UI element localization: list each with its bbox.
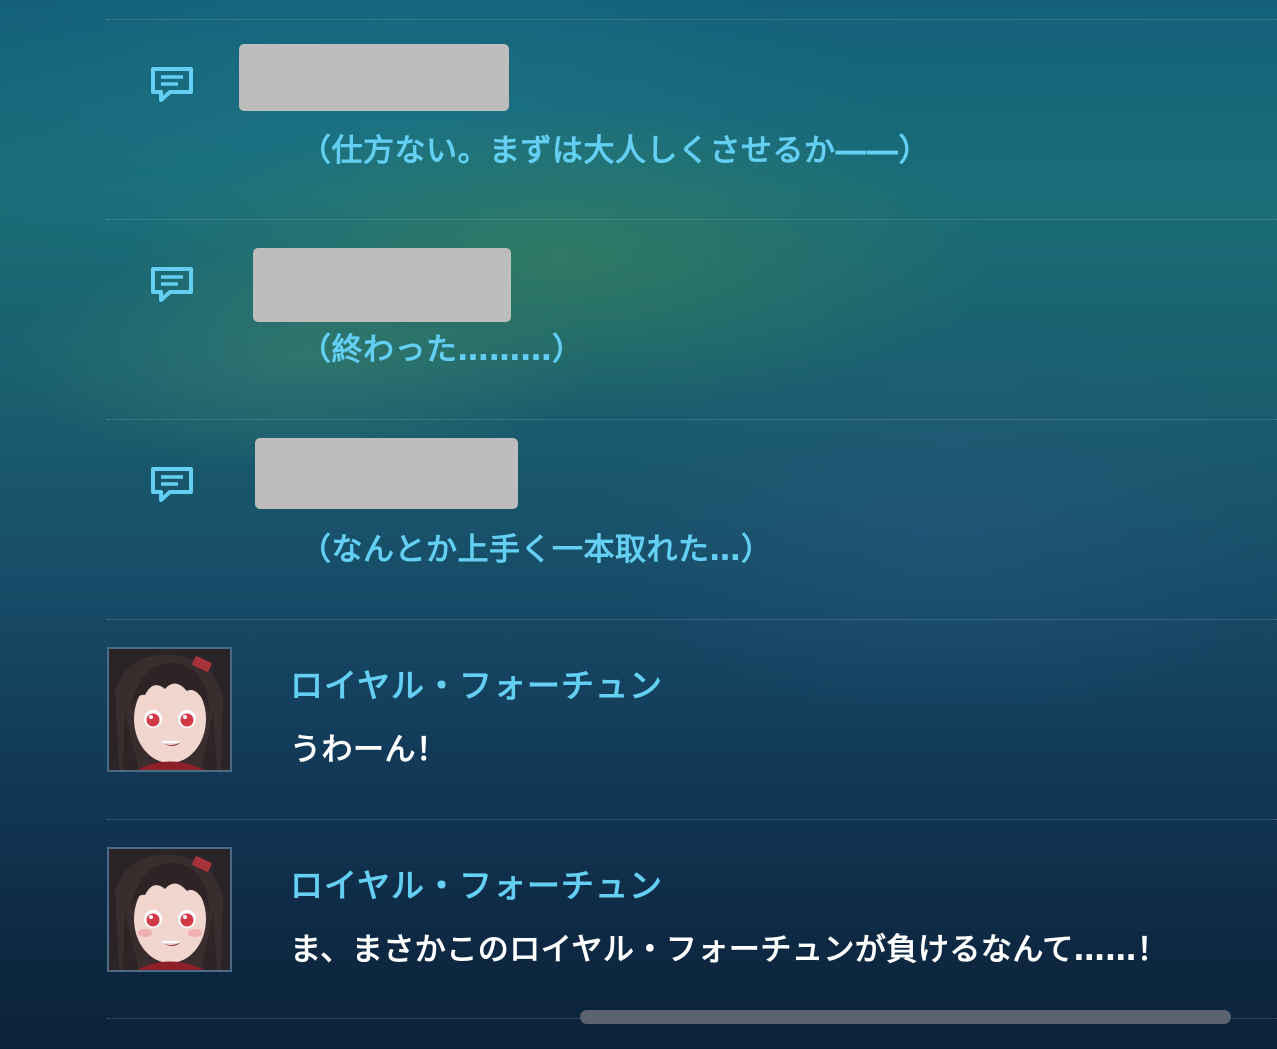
thought-text: （仕方ない。まずは大人しくさせるか――） <box>300 133 930 169</box>
speaker-name: ロイヤル・フォーチュン <box>290 866 664 905</box>
thought-text: （終わった………） <box>300 332 584 368</box>
character-avatar <box>107 647 232 772</box>
royal-fortune-portrait <box>109 849 230 970</box>
horizontal-scrollbar[interactable] <box>580 1010 1231 1024</box>
thought-text: （なんとか上手く一本取れた…） <box>300 532 773 568</box>
entry-divider <box>107 419 1277 420</box>
character-avatar <box>107 847 232 972</box>
dialogue-text: ま、まさかこのロイヤル・フォーチュンが負けるなんて……！ <box>290 932 1169 968</box>
entry-divider <box>107 619 1277 620</box>
entry-divider <box>107 219 1277 220</box>
dialogue-log[interactable]: （仕方ない。まずは大人しくさせるか――） （終わった………） （なんとか上手く一… <box>0 0 1277 1049</box>
speech-bubble-icon[interactable] <box>150 266 194 302</box>
speaker-name-redacted <box>239 44 509 111</box>
speech-bubble-icon[interactable] <box>150 66 194 102</box>
speech-bubble-icon[interactable] <box>150 466 194 502</box>
royal-fortune-portrait <box>109 649 230 770</box>
speaker-name: ロイヤル・フォーチュン <box>290 666 664 705</box>
entry-divider <box>107 19 1277 20</box>
entry-divider <box>107 819 1277 820</box>
speaker-name-redacted <box>255 438 518 509</box>
dialogue-text: うわーん！ <box>290 732 448 768</box>
speaker-name-redacted <box>253 248 511 322</box>
